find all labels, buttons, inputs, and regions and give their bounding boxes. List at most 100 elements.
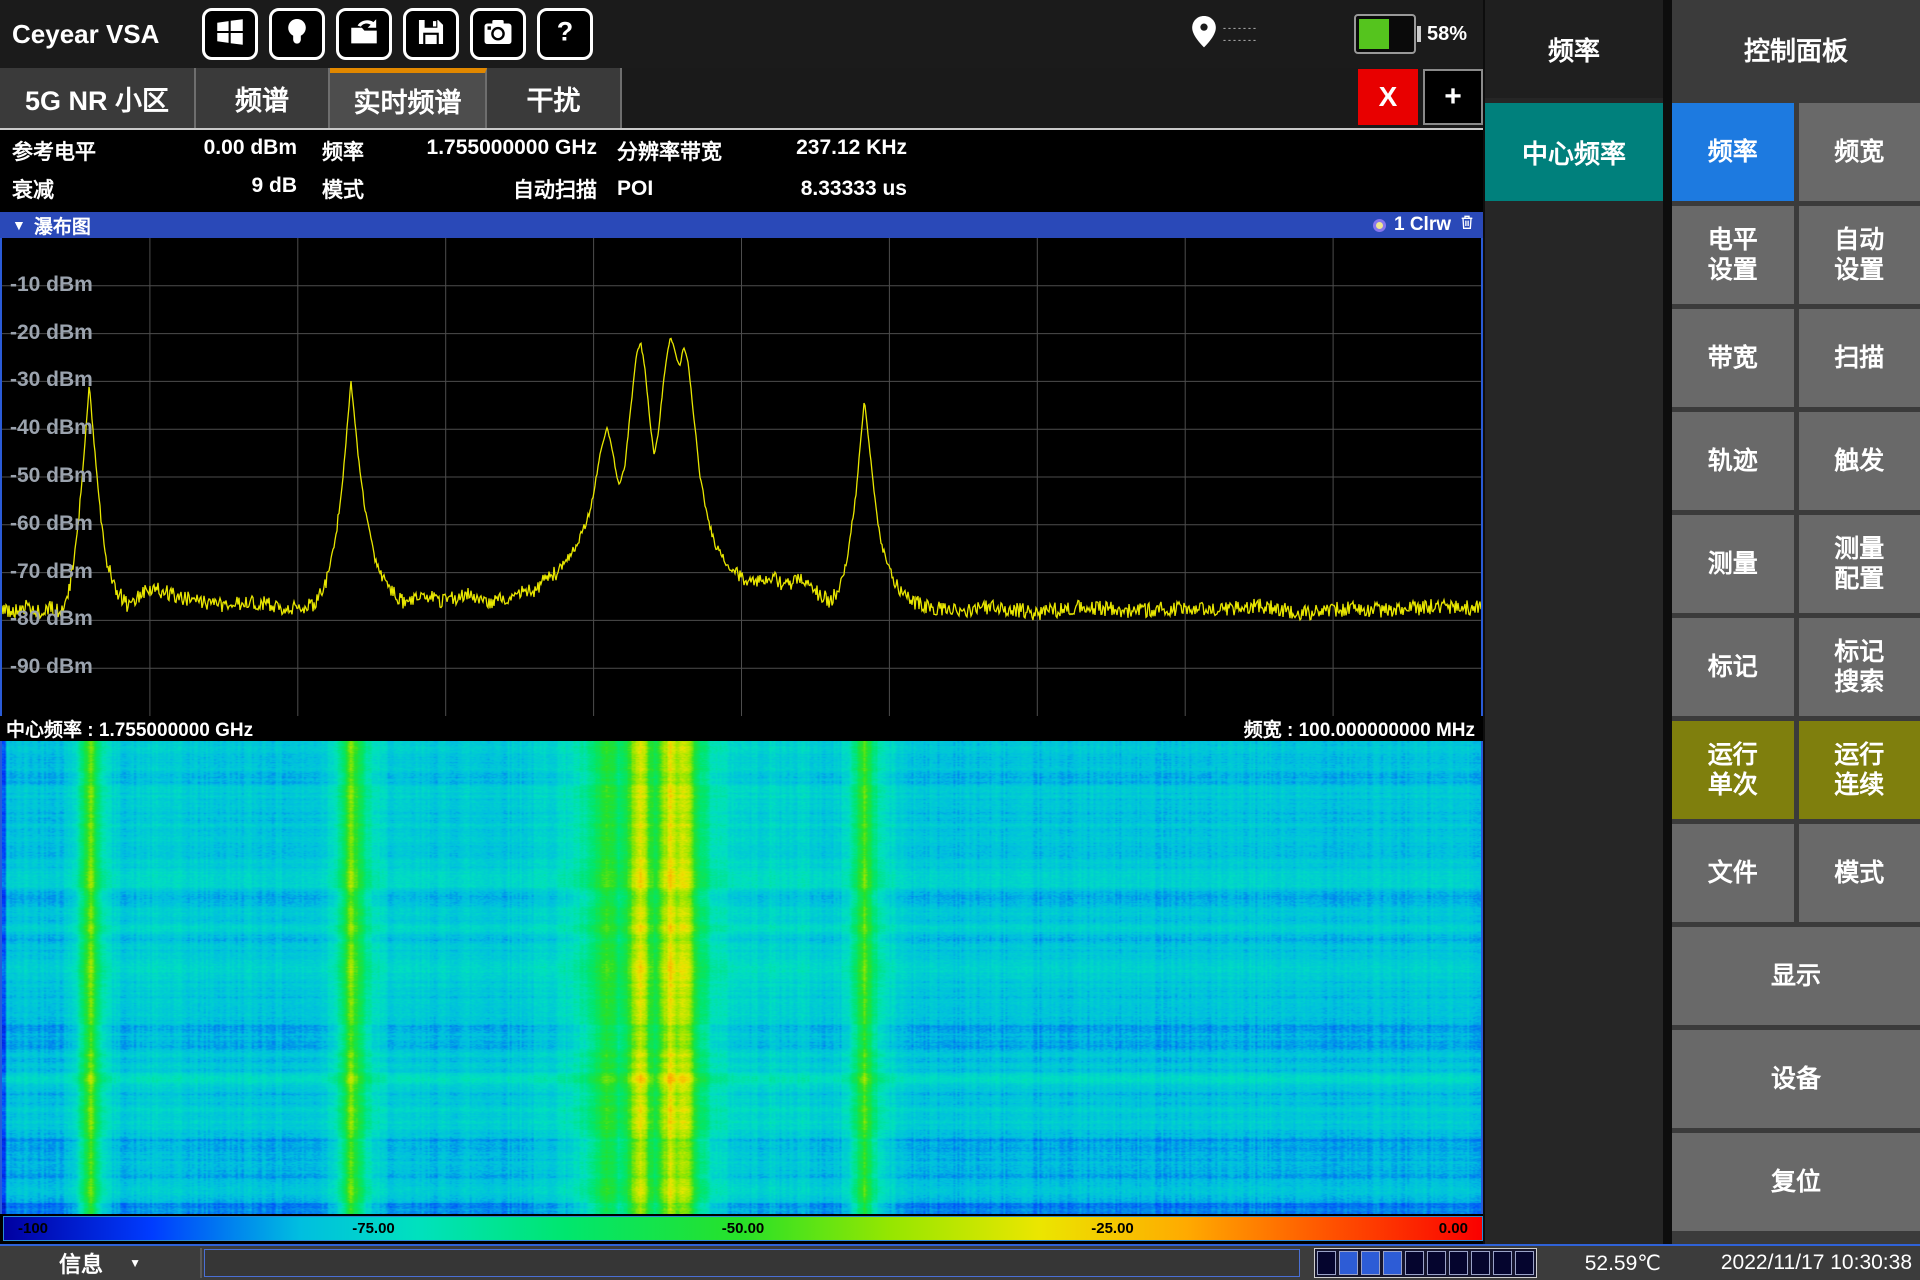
status-bar: 信息 ▼ 52.59℃ 2022/11/17 10:30:38	[0, 1244, 1920, 1280]
panel-button-run-continuous[interactable]: 运行 连续	[1799, 721, 1920, 819]
location-pin-icon	[1191, 16, 1217, 53]
y-tick-label: -10 dBm	[10, 273, 93, 297]
colorbar-wrap: -100 -75.00 -50.00 -25.00 0.00	[0, 1214, 1483, 1241]
panel-button-measure-config[interactable]: 测量 配置	[1799, 515, 1920, 613]
progress-segment	[1471, 1251, 1490, 1275]
spectrogram-canvas	[2, 741, 1481, 1214]
panel-button-marker-search[interactable]: 标记 搜索	[1799, 618, 1920, 716]
colorbar-tick: -75.00	[352, 1220, 395, 1237]
panel-button-frequency[interactable]: 频率	[1672, 103, 1794, 201]
progress-segment	[1405, 1251, 1424, 1275]
param-attenuation: 衰减9 dB	[12, 174, 297, 204]
colorbar-tick: -25.00	[1091, 1220, 1134, 1237]
panel-button-run-single[interactable]: 运行 单次	[1672, 721, 1794, 819]
panel-divider	[1663, 0, 1672, 1244]
trace-color-dot-icon	[1373, 219, 1386, 232]
param-rbw: 分辨率带宽237.12 KHz	[617, 136, 907, 166]
svg-text:?: ?	[557, 16, 573, 46]
help-button[interactable]: ?	[537, 8, 593, 60]
message-box	[204, 1249, 1300, 1277]
spectrum-plot	[2, 238, 1481, 716]
brightness-button[interactable]	[269, 8, 325, 60]
tab-spectrum[interactable]: 频谱	[196, 68, 330, 128]
panel-button-display[interactable]: 显示	[1672, 927, 1920, 1025]
tab-bar: 5G NR 小区 频谱 实时频谱 干扰 X +	[0, 68, 1483, 130]
windows-menu-button[interactable]	[202, 8, 258, 60]
colorbar-tick: -100	[18, 1220, 48, 1237]
battery-indicator: 58%	[1354, 14, 1467, 54]
main-area: Ceyear VSA	[0, 0, 1483, 1244]
panel-button-span[interactable]: 频宽	[1799, 103, 1920, 201]
tab-interference[interactable]: 干扰	[487, 68, 622, 128]
parameter-readouts: 参考电平0.00 dBm 频率1.755000000 GHz 分辨率带宽237.…	[0, 130, 1483, 210]
center-frequency-readout: 中心频率 : 1.755000000 GHz	[6, 715, 253, 742]
y-tick-label: -70 dBm	[10, 560, 93, 584]
param-mode: 模式自动扫描	[322, 174, 597, 204]
datetime-readout: 2022/11/17 10:30:38	[1721, 1251, 1912, 1275]
save-button[interactable]	[403, 8, 459, 60]
control-panel-column: 控制面板 频率 频宽 电平 设置 自动 设置 带宽 扫描 轨迹 触发 测量 测量…	[1672, 0, 1920, 1244]
panel-button-sweep[interactable]: 扫描	[1799, 309, 1920, 407]
windows-icon	[213, 15, 247, 54]
y-tick-label: -20 dBm	[10, 321, 93, 345]
progress-segment	[1493, 1251, 1512, 1275]
y-tick-label: -60 dBm	[10, 512, 93, 536]
param-row-2: 衰减9 dB 模式自动扫描 POI8.33333 us	[0, 170, 1483, 208]
gps-indicator: ------- -------	[1191, 16, 1258, 53]
frequency-span-row: 中心频率 : 1.755000000 GHz 频宽 : 100.00000000…	[0, 716, 1483, 741]
camera-icon	[481, 15, 515, 54]
panel-button-auto-setup[interactable]: 自动 设置	[1799, 206, 1920, 304]
colorbar-tick: 0.00	[1439, 1220, 1468, 1237]
panel-button-marker[interactable]: 标记	[1672, 618, 1794, 716]
trace-badge[interactable]: 1 Clrw	[1394, 214, 1451, 236]
panel-button-trace[interactable]: 轨迹	[1672, 412, 1794, 510]
delete-trace-button[interactable]	[1459, 213, 1475, 237]
floppy-disk-icon	[414, 15, 448, 54]
progress-segment	[1339, 1251, 1358, 1275]
panel-button-file[interactable]: 文件	[1672, 824, 1794, 922]
app-title: Ceyear VSA	[12, 19, 202, 50]
panel-button-trigger[interactable]: 触发	[1799, 412, 1920, 510]
collapse-caret-icon[interactable]: ▼	[12, 217, 26, 233]
panel-button-measure[interactable]: 测量	[1672, 515, 1794, 613]
info-dropdown[interactable]: 信息 ▼	[0, 1247, 200, 1279]
tab-realtime-spectrum[interactable]: 实时频谱	[330, 68, 487, 128]
close-tab-button[interactable]: X	[1358, 69, 1418, 125]
open-file-button[interactable]	[336, 8, 392, 60]
tab-5g-nr-cell[interactable]: 5G NR 小区	[0, 68, 196, 128]
progress-segments	[1314, 1248, 1537, 1278]
lightbulb-icon	[280, 15, 314, 54]
frequency-menu-column: 频率 中心频率	[1485, 0, 1663, 1244]
temperature-readout: 52.59℃	[1585, 1251, 1661, 1276]
panel-button-bandwidth[interactable]: 带宽	[1672, 309, 1794, 407]
param-poi: POI8.33333 us	[617, 177, 907, 201]
screenshot-button[interactable]	[470, 8, 526, 60]
center-frequency-button[interactable]: 中心频率	[1485, 103, 1663, 201]
open-folder-icon	[347, 15, 381, 54]
param-ref-level: 参考电平0.00 dBm	[12, 136, 297, 166]
add-tab-button[interactable]: +	[1423, 69, 1483, 125]
y-tick-label: -40 dBm	[10, 416, 93, 440]
control-panel-title: 控制面板	[1672, 0, 1920, 98]
y-tick-label: -80 dBm	[10, 607, 93, 631]
panel-button-reset[interactable]: 复位	[1672, 1133, 1920, 1231]
spectrum-chart: -10 dBm -20 dBm -30 dBm -40 dBm -50 dBm …	[0, 238, 1483, 716]
y-tick-label: -30 dBm	[10, 368, 93, 392]
battery-nub	[1417, 26, 1421, 42]
trace-controls: 1 Clrw	[1373, 213, 1475, 237]
progress-segment	[1317, 1251, 1336, 1275]
panel-button-level-setup[interactable]: 电平 设置	[1672, 206, 1794, 304]
progress-segment	[1427, 1251, 1446, 1275]
toolbar: ?	[202, 8, 593, 60]
waterfall-title: 瀑布图	[34, 212, 91, 239]
y-tick-label: -90 dBm	[10, 655, 93, 679]
dropdown-caret-icon: ▼	[129, 1256, 141, 1270]
gps-coordinates-placeholder: ------- -------	[1223, 25, 1258, 43]
y-tick-label: -50 dBm	[10, 464, 93, 488]
param-row-1: 参考电平0.00 dBm 频率1.755000000 GHz 分辨率带宽237.…	[0, 132, 1483, 170]
top-bar: Ceyear VSA	[0, 0, 1483, 68]
panel-button-device[interactable]: 设备	[1672, 1030, 1920, 1128]
content: Ceyear VSA	[0, 0, 1920, 1244]
waterfall-spectrogram	[0, 741, 1483, 1214]
panel-button-mode[interactable]: 模式	[1799, 824, 1920, 922]
